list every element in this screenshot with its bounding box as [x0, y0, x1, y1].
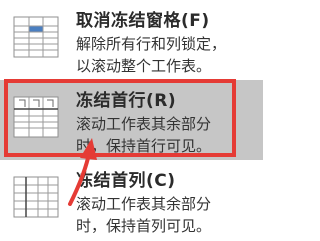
- menu-item-freeze-top-row[interactable]: 冻结首行(R) 滚动工作表其余部分 时，保持首行可见。: [0, 80, 263, 160]
- menu-item-title: 冻结首列(C): [76, 171, 176, 191]
- menu-item-description: 滚动工作表其余部分 时，保持首列可见。: [76, 193, 258, 237]
- menu-item-title: 冻结首行(R): [76, 91, 177, 111]
- menu-item-description-line: 滚动工作表其余部分: [76, 115, 212, 133]
- menu-item-description-line: 以滚动整个工作表。: [76, 57, 212, 75]
- menu-item-freeze-first-column[interactable]: 冻结首列(C) 滚动工作表其余部分 时，保持首列可见。: [0, 160, 263, 241]
- freeze-top-row-icon: [13, 96, 59, 138]
- freeze-first-column-icon: [13, 176, 59, 218]
- menu-item-unfreeze-panes[interactable]: 取消冻结窗格(F) 解除所有行和列锁定， 以滚动整个工作表。: [0, 0, 263, 80]
- menu-item-description-line: 解除所有行和列锁定，: [76, 35, 227, 53]
- menu-item-description-line: 时，保持首行可见。: [76, 137, 212, 155]
- menu-item-description: 解除所有行和列锁定， 以滚动整个工作表。: [76, 33, 258, 77]
- menu-item-description: 滚动工作表其余部分 时，保持首行可见。: [76, 113, 258, 157]
- unfreeze-panes-icon: [13, 16, 59, 58]
- menu-item-description-line: 滚动工作表其余部分: [76, 195, 212, 213]
- menu-item-title: 取消冻结窗格(F): [76, 11, 210, 31]
- freeze-panes-dropdown-menu: 取消冻结窗格(F) 解除所有行和列锁定， 以滚动整个工作表。 冻结首行(R) 滚…: [0, 0, 263, 241]
- menu-item-description-line: 时，保持首列可见。: [76, 217, 212, 235]
